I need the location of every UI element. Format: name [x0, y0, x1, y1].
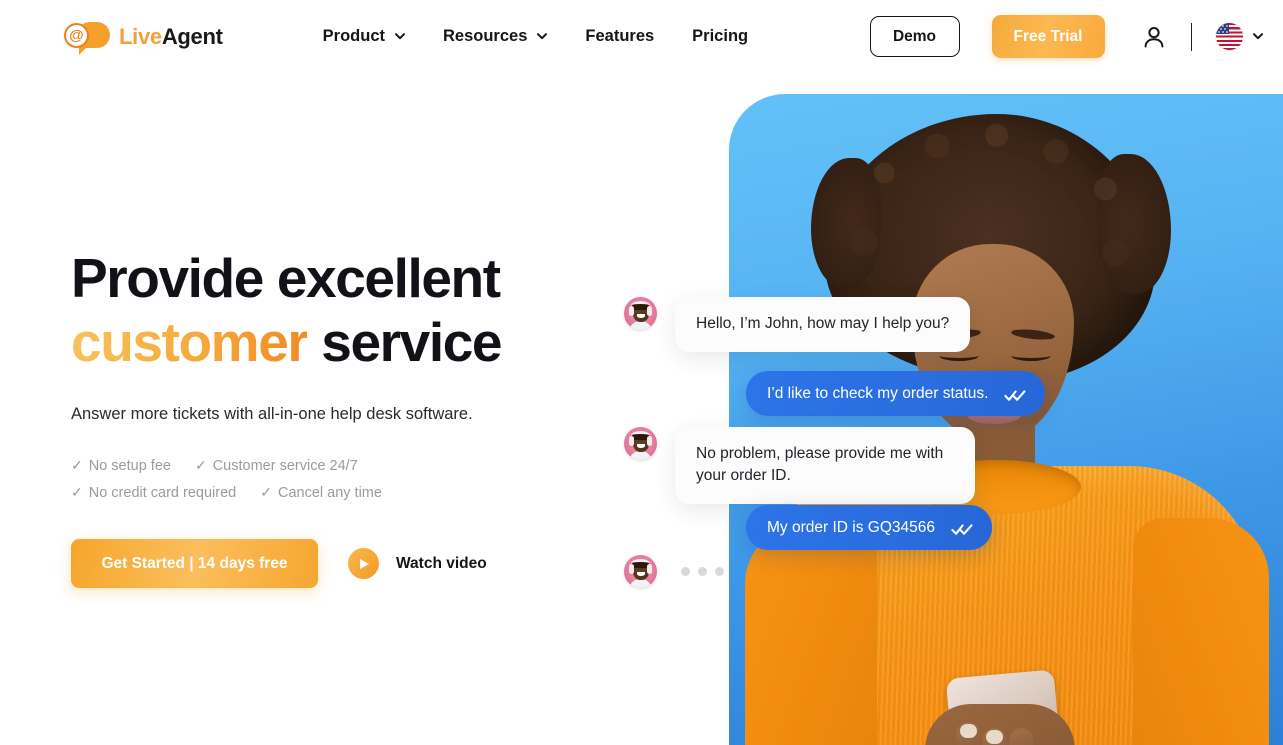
us-flag-icon [1216, 23, 1243, 50]
logo-mark-icon: @ [64, 21, 110, 55]
typing-dot [715, 567, 724, 576]
chat-message-incoming: No problem, please provide me with your … [624, 427, 975, 504]
feature-item: ✓ Cancel any time [260, 484, 382, 501]
main-navigation: Product Resources Features Pricing [323, 27, 748, 46]
logo-text-live: Live [119, 23, 162, 49]
at-symbol-icon: @ [64, 23, 89, 48]
hero-content: Provide excellent customer service Answe… [71, 246, 671, 588]
nav-item-pricing[interactable]: Pricing [692, 27, 748, 46]
feature-item-label: No credit card required [88, 484, 237, 501]
feature-item-label: Customer service 24/7 [212, 457, 358, 474]
check-icon: ✓ [194, 457, 207, 473]
hero-image [729, 94, 1283, 745]
nav-item-features-label: Features [585, 27, 655, 45]
avatar [624, 427, 657, 460]
check-icon: ✓ [260, 484, 272, 500]
chat-bubble-text: No problem, please provide me with your … [675, 427, 975, 504]
chat-bubble-outgoing: My order ID is GQ34566 [746, 505, 992, 550]
hero-title-line2: service [307, 311, 502, 373]
nav-item-product[interactable]: Product [323, 27, 405, 46]
watch-video-button[interactable]: Watch video [348, 548, 487, 579]
nav-item-resources[interactable]: Resources [443, 27, 548, 46]
chevron-down-icon [1252, 30, 1263, 41]
header-actions: Demo Free Trial [869, 15, 1263, 58]
arm-right [1133, 518, 1269, 745]
chevron-down-icon [536, 30, 548, 41]
chat-bubble-outgoing: I’d like to check my order status. [746, 371, 1046, 416]
site-header: @ LiveAgent Product Resources Features P… [0, 0, 1283, 73]
check-icon: ✓ [71, 457, 83, 473]
chat-bubble-text: My order ID is GQ34566 [767, 519, 935, 536]
eye-right [1011, 350, 1051, 361]
header-divider [1190, 22, 1192, 51]
feature-item: ✓ No setup fee [71, 457, 171, 474]
hero-feature-list: ✓ No setup fee ✓ Customer service 24/7 ✓… [71, 457, 671, 501]
hero-title-accent: customer [71, 311, 309, 373]
typing-dot [681, 567, 690, 576]
feature-row: ✓ No credit card required ✓ Cancel any t… [71, 484, 671, 501]
double-check-icon [951, 521, 973, 535]
language-selector[interactable] [1216, 23, 1263, 50]
feature-item: ✓ No credit card required [71, 484, 236, 501]
demo-button[interactable]: Demo [869, 16, 960, 57]
user-icon[interactable] [1143, 25, 1165, 49]
watch-video-label: Watch video [396, 554, 487, 572]
hero-subtitle: Answer more tickets with all-in-one help… [71, 405, 473, 423]
hero-title-line1: Provide excellent [71, 247, 501, 309]
feature-item-label: No setup fee [88, 457, 171, 474]
page-title: Provide excellent customer service [71, 246, 671, 374]
landing-page: @ LiveAgent Product Resources Features P… [0, 0, 1283, 745]
fingernail [986, 730, 1003, 744]
chat-message-outgoing: I’d like to check my order status. [746, 371, 1046, 416]
nav-item-product-label: Product [322, 27, 385, 45]
feature-item-label: Cancel any time [277, 484, 382, 501]
feature-item: ✓ Customer service 24/7 [195, 457, 358, 474]
double-check-icon [1004, 387, 1026, 401]
typing-dots [675, 555, 730, 588]
hero-photo-illustration [729, 94, 1283, 745]
logo[interactable]: @ LiveAgent [64, 21, 223, 55]
check-icon: ✓ [71, 484, 83, 500]
hero-cta-row: Get Started | 14 days free Watch video [71, 539, 671, 588]
nav-item-features[interactable]: Features [585, 27, 654, 46]
logo-text: LiveAgent [119, 24, 223, 50]
chat-bubble-text: I’d like to check my order status. [767, 385, 989, 402]
nav-item-pricing-label: Pricing [692, 27, 749, 45]
typing-dot [698, 567, 707, 576]
fingernail [960, 724, 977, 738]
play-icon [348, 548, 379, 579]
get-started-button[interactable]: Get Started | 14 days free [71, 539, 318, 588]
chat-typing-indicator [624, 555, 730, 588]
arm-left [745, 524, 877, 745]
logo-text-agent: Agent [161, 23, 223, 49]
chevron-down-icon [394, 30, 405, 41]
nav-item-resources-label: Resources [443, 27, 528, 45]
avatar [624, 297, 657, 330]
chat-message-outgoing: My order ID is GQ34566 [746, 505, 992, 550]
free-trial-button[interactable]: Free Trial [991, 15, 1105, 58]
chat-bubble-text: Hello, I’m John, how may I help you? [675, 297, 971, 352]
chat-message-incoming: Hello, I’m John, how may I help you? [624, 297, 971, 352]
feature-row: ✓ No setup fee ✓ Customer service 24/7 [71, 457, 671, 474]
avatar [624, 555, 657, 588]
